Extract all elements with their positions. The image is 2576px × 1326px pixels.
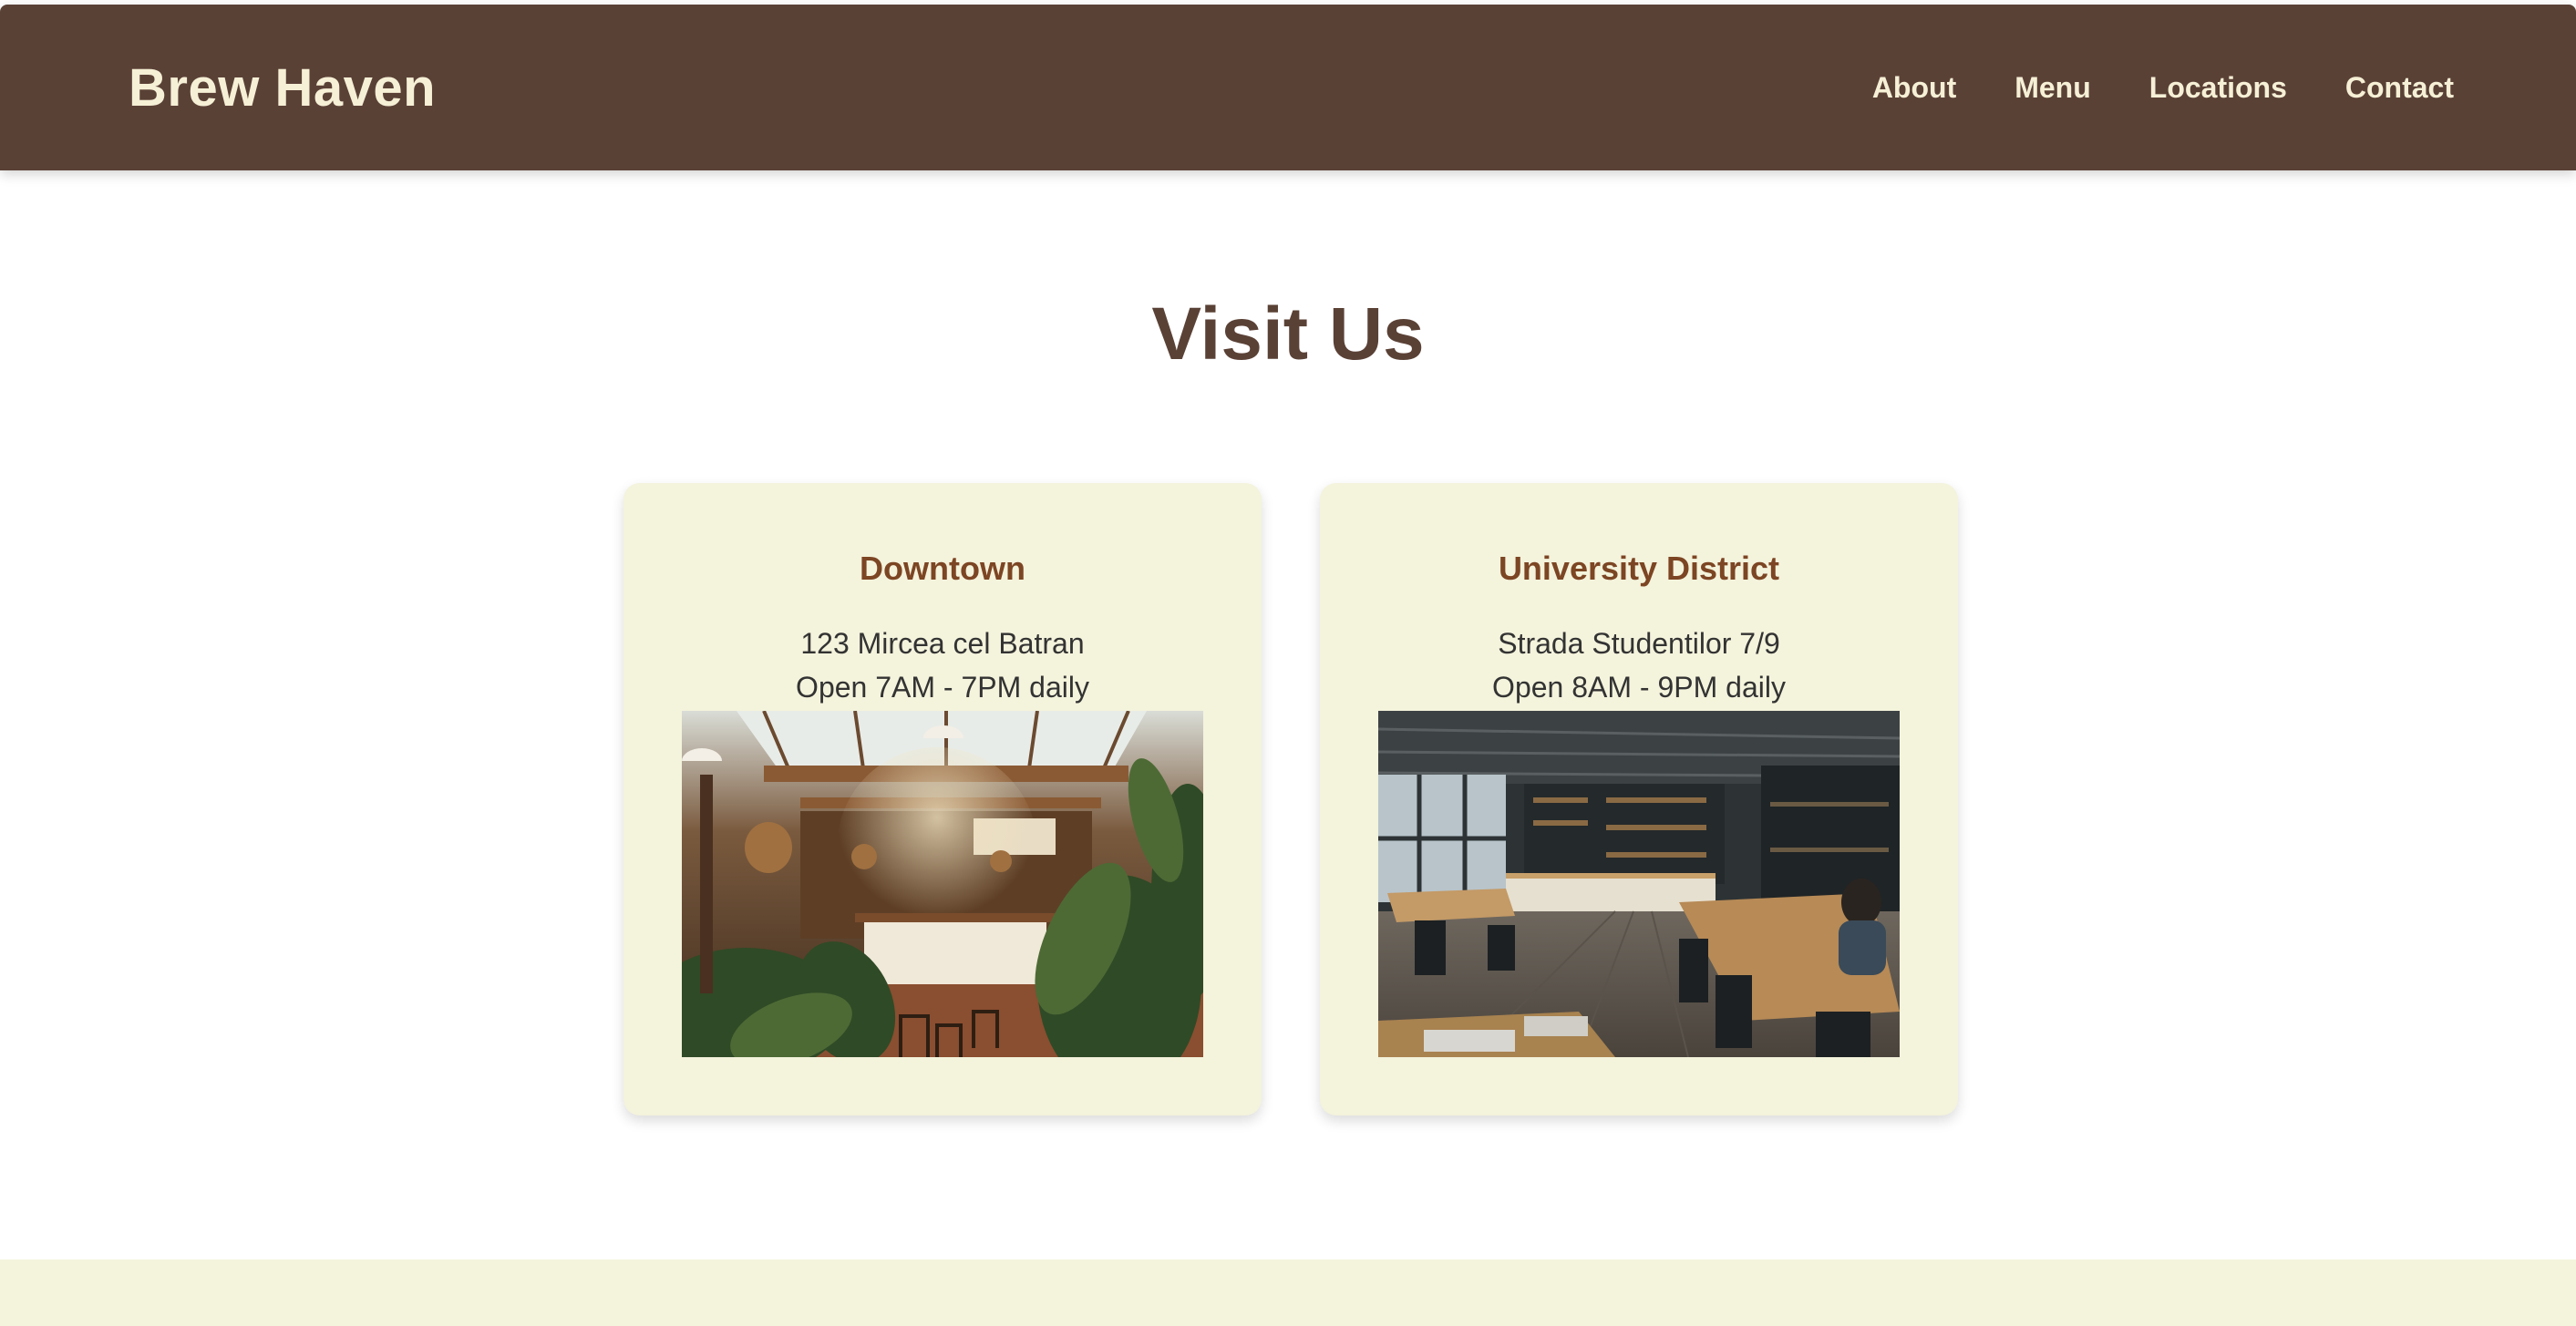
nav-link-menu[interactable]: Menu — [2014, 71, 2091, 105]
nav-link-contact[interactable]: Contact — [2345, 71, 2454, 105]
site-footer — [0, 1259, 2576, 1326]
site-header: Brew Haven About Menu Locations Contact — [0, 5, 2576, 170]
location-address: Strada Studentilor 7/9 — [1498, 627, 1780, 660]
nav-link-locations[interactable]: Locations — [2149, 71, 2287, 105]
nav-link-about[interactable]: About — [1872, 71, 1956, 105]
location-card-downtown: Downtown 123 Mircea cel Batran Open 7AM … — [623, 483, 1262, 1115]
location-card-university-district: University District Strada Studentilor 7… — [1320, 483, 1958, 1115]
location-name: University District — [1498, 550, 1780, 587]
location-address: 123 Mircea cel Batran — [800, 627, 1085, 660]
main-nav: About Menu Locations Contact — [1872, 71, 2454, 105]
location-photo-downtown — [682, 711, 1203, 1057]
location-hours: Open 8AM - 9PM daily — [1492, 671, 1786, 704]
cafe-interior-image — [1378, 711, 1900, 1057]
location-cards: Downtown 123 Mircea cel Batran Open 7AM … — [623, 483, 1958, 1115]
page: Brew Haven About Menu Locations Contact … — [0, 0, 2576, 1326]
location-photo-university-district — [1378, 711, 1900, 1057]
location-name: Downtown — [860, 550, 1025, 587]
cafe-interior-image — [682, 711, 1203, 1057]
brand-logo-text[interactable]: Brew Haven — [129, 57, 436, 118]
section-title: Visit Us — [1151, 293, 1425, 375]
location-hours: Open 7AM - 7PM daily — [796, 671, 1089, 704]
